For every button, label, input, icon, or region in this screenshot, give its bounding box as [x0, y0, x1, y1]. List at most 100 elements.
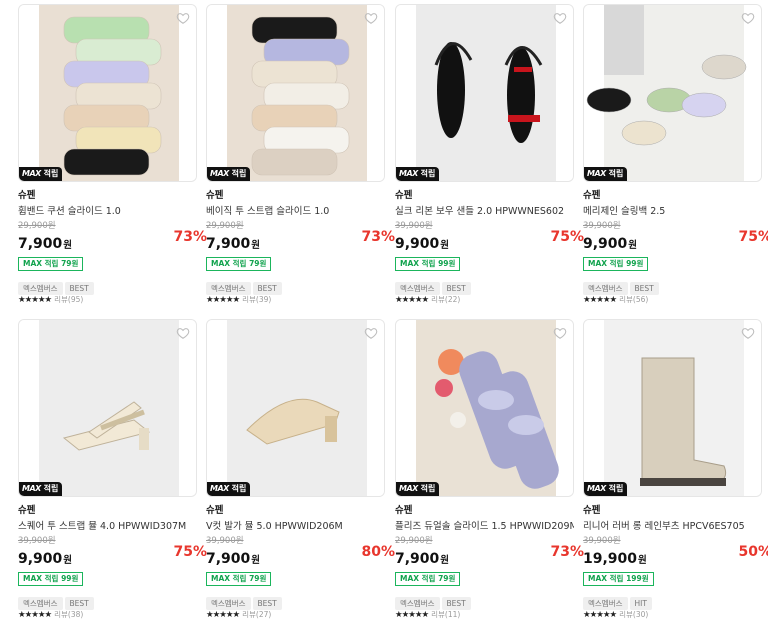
product-card[interactable]: MAX 적립 슈펜 스퀘어 투 스트랩 뮬 4.0 HPWWID307M 39,… [18, 319, 207, 620]
product-card[interactable]: MAX 적립 슈펜 V컷 발가 뮬 5.0 HPWWID206M 39,900원… [206, 319, 395, 620]
original-price: 39,900원 [583, 221, 621, 231]
original-price: 29,900원 [18, 221, 56, 231]
product-image[interactable]: MAX 적립 [206, 4, 385, 182]
sandal-pile-icon [19, 5, 196, 181]
brand-name[interactable]: 슈펜 [206, 505, 385, 517]
original-price: 39,900원 [18, 536, 56, 546]
discount-rate: 73% [173, 229, 207, 245]
rating: ★★★★★ 리뷰(56) [583, 294, 762, 305]
sale-price: 19,900원 [583, 551, 647, 567]
heart-icon[interactable] [364, 326, 378, 340]
product-name[interactable]: 메리제인 슬링백 2.5 [583, 205, 762, 218]
max-points-badge: MAX 적립 79원 [206, 572, 272, 586]
max-badge: MAX 적립 [396, 482, 440, 496]
sale-price: 7,900원 [206, 236, 261, 252]
product-name[interactable]: 실크 리본 보우 샌들 2.0 HPWWNES602 [395, 205, 574, 218]
product-card[interactable]: MAX 적립 슈펜 휨밴드 쿠션 슬라이드 1.0 29,900원 7,900원… [18, 4, 207, 305]
rating: ★★★★★ 리뷰(27) [206, 609, 385, 620]
rating-stars-icon: ★★★★★ [395, 610, 429, 620]
discount-rate: 75% [173, 544, 207, 560]
rating-stars-icon: ★★★★★ [18, 295, 52, 305]
heart-icon[interactable] [553, 326, 567, 340]
max-points-badge: MAX 적립 79원 [395, 572, 461, 586]
rating: ★★★★★ 리뷰(30) [583, 609, 762, 620]
rating: ★★★★★ 리뷰(39) [206, 294, 385, 305]
brand-name[interactable]: 슈펜 [583, 505, 762, 517]
review-count: 리뷰(38) [54, 610, 84, 619]
product-image[interactable]: MAX 적립 [583, 4, 762, 182]
brand-name[interactable]: 슈펜 [18, 505, 197, 517]
heart-icon[interactable] [741, 326, 755, 340]
max-points-badge: MAX 적립 79원 [18, 257, 84, 271]
product-card[interactable]: MAX 적립 슈펜 플리즈 듀얼솔 슬라이드 1.5 HPWWID209M 29… [395, 319, 584, 620]
brand-name[interactable]: 슈펜 [206, 190, 385, 202]
product-image[interactable]: MAX 적립 [583, 319, 762, 497]
sale-price: 7,900원 [395, 551, 450, 567]
brand-name[interactable]: 슈펜 [395, 505, 574, 517]
rain-boot-icon [584, 320, 761, 496]
tag-list: 멕스멤버스 BEST [206, 276, 385, 295]
sale-price: 9,900원 [583, 236, 638, 252]
rating-stars-icon: ★★★★★ [18, 610, 52, 620]
rating: ★★★★★ 리뷰(95) [18, 294, 197, 305]
brand-name[interactable]: 슈펜 [395, 190, 574, 202]
max-badge: MAX 적립 [584, 482, 628, 496]
product-name[interactable]: 베이직 투 스트랩 슬라이드 1.0 [206, 205, 385, 218]
product-name[interactable]: 리니어 러버 롱 레인부츠 HPCV6ES705 [583, 520, 762, 533]
rating-stars-icon: ★★★★★ [583, 295, 617, 305]
rating-stars-icon: ★★★★★ [395, 295, 429, 305]
discount-rate: 75% [550, 229, 584, 245]
max-badge: MAX 적립 [19, 482, 63, 496]
max-points-badge: MAX 적립 99원 [18, 572, 84, 586]
rating: ★★★★★ 리뷰(38) [18, 609, 197, 620]
brand-name[interactable]: 슈펜 [583, 190, 762, 202]
max-points-badge: MAX 적립 99원 [583, 257, 649, 271]
product-name[interactable]: V컷 발가 뮬 5.0 HPWWID206M [206, 520, 385, 533]
max-badge: MAX 적립 [584, 167, 628, 181]
rating-stars-icon: ★★★★★ [206, 295, 240, 305]
strap-mule-icon [19, 320, 196, 496]
tag-list: 멕스멤버스 BEST [18, 591, 197, 610]
product-image[interactable]: MAX 적립 [18, 4, 197, 182]
discount-rate: 50% [738, 544, 768, 560]
max-points-badge: MAX 적립 79원 [206, 257, 272, 271]
max-points-badge: MAX 적립 199원 [583, 572, 654, 586]
heart-icon[interactable] [176, 326, 190, 340]
product-card[interactable]: MAX 적립 슈펜 실크 리본 보우 샌들 2.0 HPWWNES602 39,… [395, 4, 584, 305]
max-badge: MAX 적립 [19, 167, 63, 181]
product-card[interactable]: MAX 적립 슈펜 메리제인 슬링백 2.5 39,900원 9,900원 75… [583, 4, 768, 305]
heart-icon[interactable] [741, 11, 755, 25]
slingback-icon [584, 5, 761, 181]
knot-slide-icon [396, 320, 573, 496]
review-count: 리뷰(30) [619, 610, 649, 619]
product-image[interactable]: MAX 적립 [395, 4, 574, 182]
max-badge: MAX 적립 [207, 482, 251, 496]
brand-name[interactable]: 슈펜 [18, 190, 197, 202]
discount-rate: 75% [738, 229, 768, 245]
product-image[interactable]: MAX 적립 [206, 319, 385, 497]
rating-stars-icon: ★★★★★ [206, 610, 240, 620]
tag-list: 멕스멤버스 BEST [395, 276, 574, 295]
product-name[interactable]: 플리즈 듀얼솔 슬라이드 1.5 HPWWID209M [395, 520, 574, 533]
tag-list: 멕스멤버스 BEST [18, 276, 197, 295]
sale-price: 7,900원 [18, 236, 73, 252]
tag-list: 멕스멤버스 BEST [583, 276, 762, 295]
review-count: 리뷰(22) [431, 295, 461, 304]
product-card[interactable]: MAX 적립 슈펜 베이직 투 스트랩 슬라이드 1.0 29,900원 7,9… [206, 4, 395, 305]
heart-icon[interactable] [553, 11, 567, 25]
heart-icon[interactable] [176, 11, 190, 25]
original-price: 39,900원 [395, 221, 433, 231]
original-price: 39,900원 [583, 536, 621, 546]
tag-list: 멕스멤버스 HIT [583, 591, 762, 610]
product-image[interactable]: MAX 적립 [18, 319, 197, 497]
sale-price: 9,900원 [18, 551, 73, 567]
discount-rate: 80% [361, 544, 395, 560]
product-name[interactable]: 휨밴드 쿠션 슬라이드 1.0 [18, 205, 197, 218]
product-card[interactable]: MAX 적립 슈펜 리니어 러버 롱 레인부츠 HPCV6ES705 39,90… [583, 319, 768, 620]
rating: ★★★★★ 리뷰(11) [395, 609, 574, 620]
heart-icon[interactable] [364, 11, 378, 25]
product-name[interactable]: 스퀘어 투 스트랩 뮬 4.0 HPWWID307M [18, 520, 197, 533]
rating: ★★★★★ 리뷰(22) [395, 294, 574, 305]
product-image[interactable]: MAX 적립 [395, 319, 574, 497]
tag-list: 멕스멤버스 BEST [206, 591, 385, 610]
